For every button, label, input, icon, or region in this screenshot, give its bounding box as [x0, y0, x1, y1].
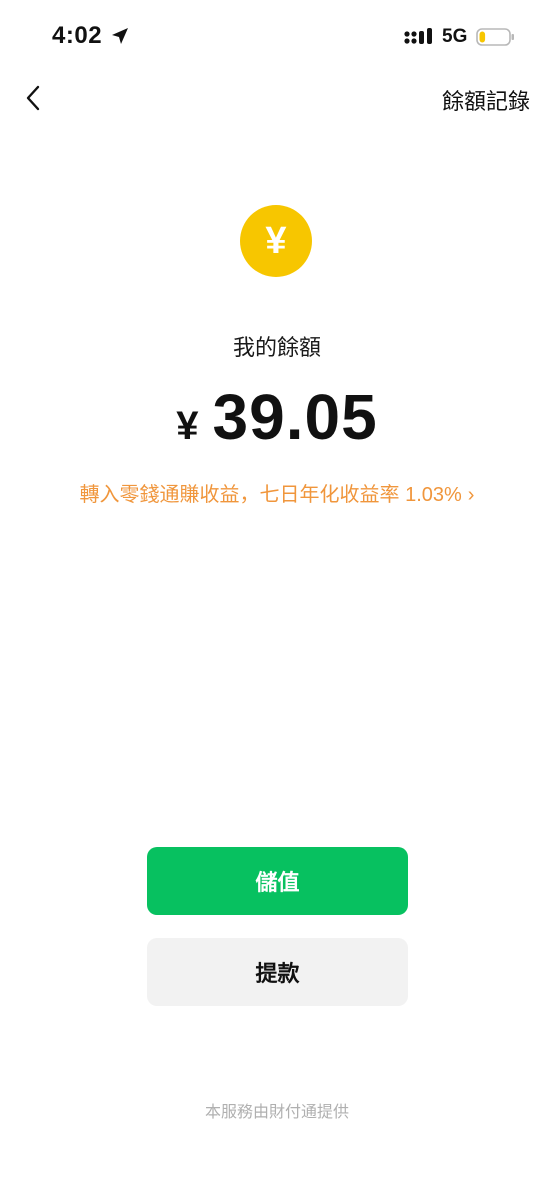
balance-history-link[interactable]: 餘額記錄 [442, 84, 530, 116]
change-fund-promo-link[interactable]: 轉入零錢通賺收益，七日年化收益率 1.03% › [0, 478, 554, 507]
status-time: 4:02 [52, 22, 103, 49]
service-provider-note: 本服務由財付通提供 [204, 1104, 349, 1121]
location-arrow-icon [112, 28, 128, 44]
currency-symbol: ¥ [176, 404, 199, 448]
signal-bars-icon [404, 28, 432, 44]
wallet-balance-screen: 4:02 5G 餘額記錄 ¥ 我的餘額 ¥ 39.05 轉入零錢通賺收益，七日年… [0, 0, 554, 1199]
network-label: 5G [442, 26, 468, 47]
yen-symbol: ¥ [265, 219, 287, 262]
coin-icon: ¥ [240, 205, 312, 277]
chevron-left-icon [26, 85, 40, 111]
battery-low-icon [476, 28, 514, 46]
back-button[interactable] [16, 80, 50, 116]
balance-display: ¥ 39.05 [0, 380, 554, 454]
balance-amount: 39.05 [212, 381, 378, 453]
promo-text: 轉入零錢通賺收益，七日年化收益率 1.03% [79, 484, 462, 506]
top-up-button[interactable]: 儲值 [147, 847, 408, 915]
chevron-right-icon: › [467, 484, 475, 506]
balance-label: 我的餘額 [232, 335, 321, 360]
status-bar: 4:02 5G [0, 0, 554, 74]
withdraw-button[interactable]: 提款 [147, 938, 408, 1006]
